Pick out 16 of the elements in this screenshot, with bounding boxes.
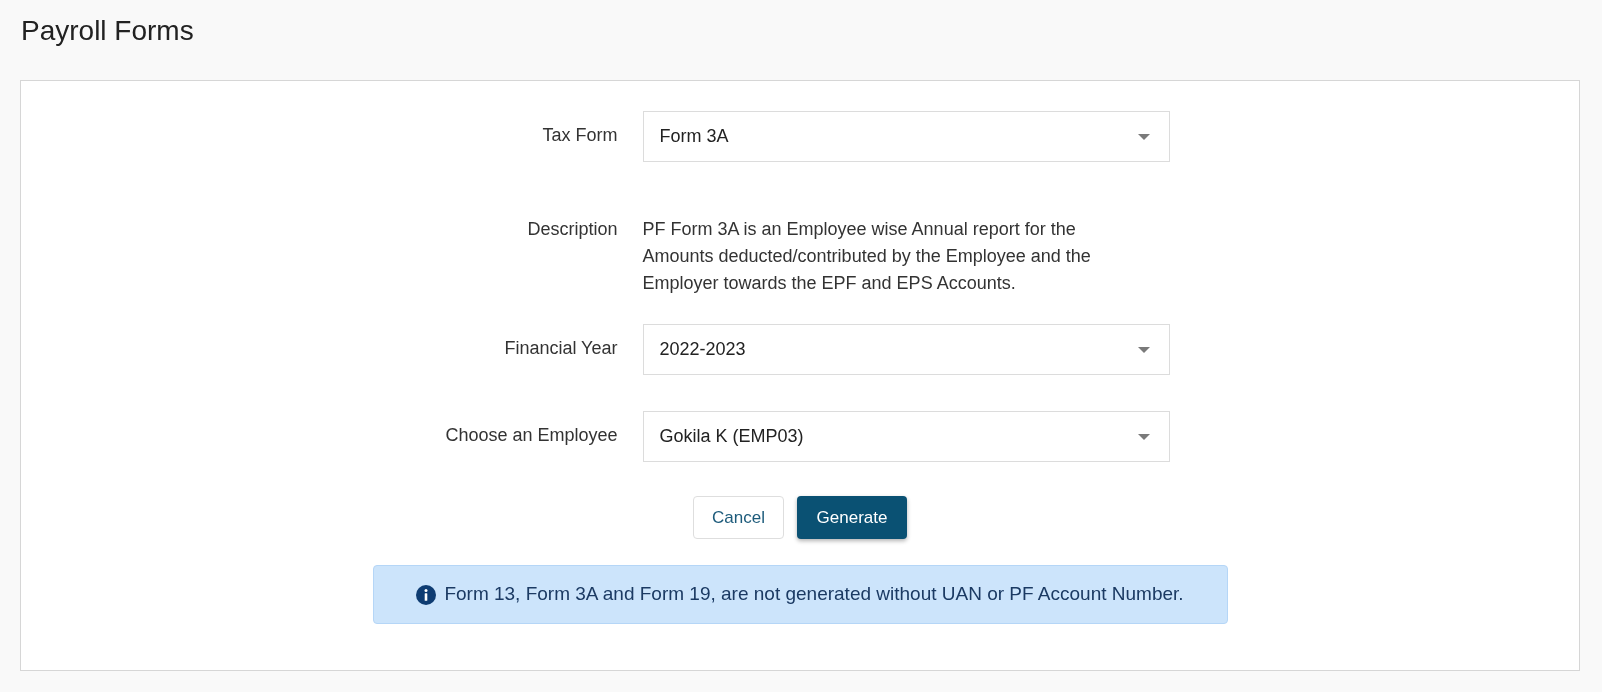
generate-button[interactable]: Generate xyxy=(797,496,907,539)
info-icon xyxy=(416,584,437,605)
field-label: Choose an Employee xyxy=(445,425,618,445)
field-label: Description xyxy=(527,219,618,239)
caret-icon xyxy=(1137,433,1150,440)
field-label: Tax Form xyxy=(542,125,618,145)
caret-icon xyxy=(1137,133,1150,140)
dropdown-field[interactable]: Gokila K (EMP03) xyxy=(642,411,1170,462)
field-label: Financial Year xyxy=(504,338,618,358)
page-title: Payroll Forms xyxy=(21,15,194,46)
cancel-button[interactable]: Cancel xyxy=(693,496,784,539)
dropdown-field[interactable]: 2022-2023 xyxy=(642,324,1170,375)
dropdown-field[interactable]: Form 3A xyxy=(642,111,1170,162)
alert-text: Form 13, Form 3A and Form 19, are not generated without UAN or PF Account Number. xyxy=(444,582,1184,607)
caret-icon xyxy=(1137,346,1150,353)
description-text: PF Form 3A is an Employee wise Annual report for the Amounts deducted/contributed by the Employee and the Employer towards the EPF and EPS Accounts. xyxy=(642,218,1092,295)
